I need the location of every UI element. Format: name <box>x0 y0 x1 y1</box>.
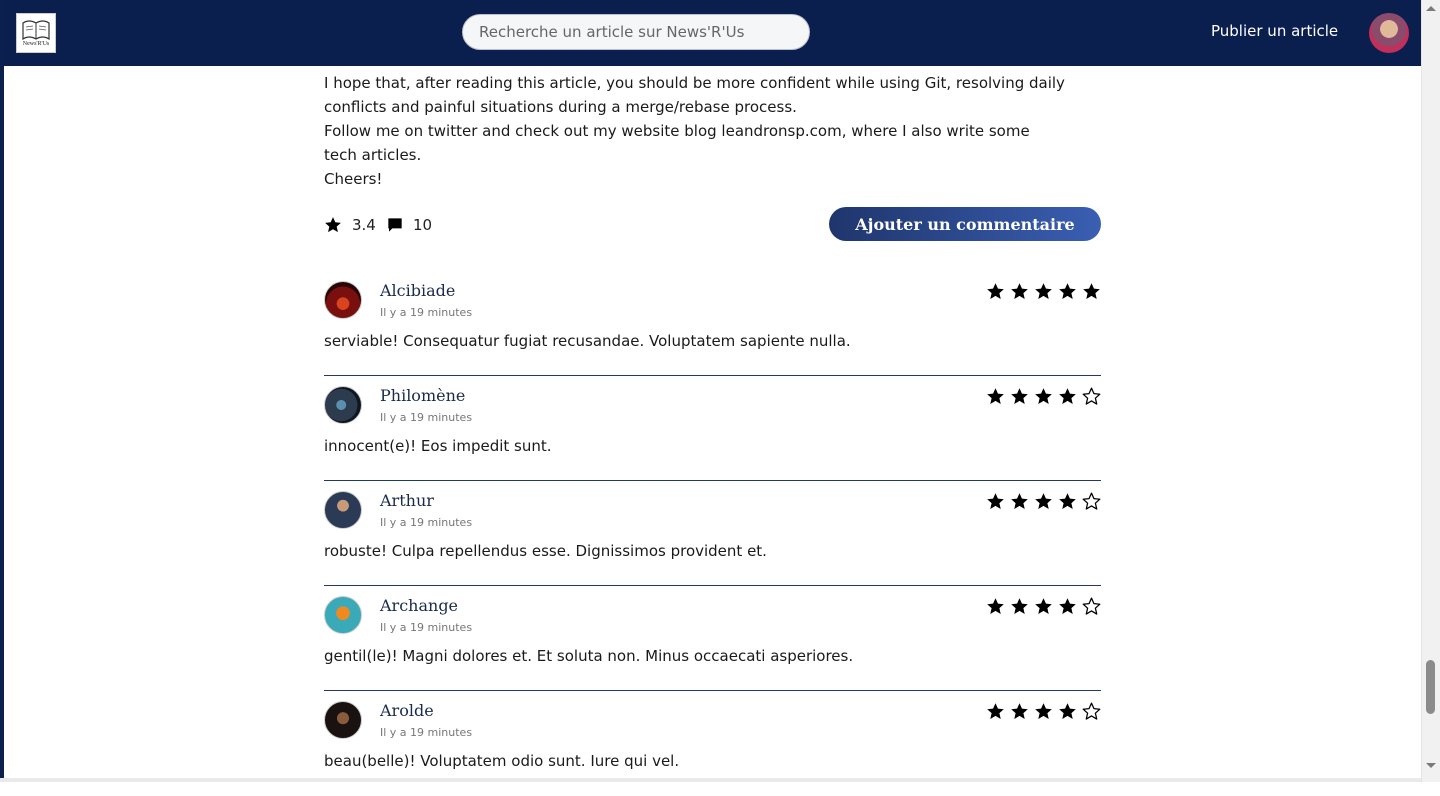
comment-author[interactable]: Alcibiade <box>380 281 455 300</box>
comment-rating <box>986 492 1101 511</box>
star-filled-icon <box>1011 493 1028 510</box>
comment-author[interactable]: Arolde <box>380 701 434 720</box>
star-empty-icon <box>1082 702 1101 720</box>
rating-value: 3.4 <box>352 216 376 234</box>
comment-time: Il y a 19 minutes <box>380 411 473 424</box>
scroll-down-arrow-icon[interactable] <box>1426 763 1436 768</box>
add-comment-button[interactable]: Ajouter un commentaire <box>829 207 1101 241</box>
star-filled-icon <box>1011 703 1028 720</box>
scrollbar-thumb[interactable] <box>1426 660 1435 714</box>
scroll-up-arrow-icon[interactable] <box>1426 6 1436 11</box>
comment-list: Alcibiade Il y a 19 minutes serviable! C… <box>324 271 1101 796</box>
article-stats: 3.4 10 Ajouter un commentaire <box>324 207 1101 243</box>
star-filled-icon <box>1035 493 1052 510</box>
comment-author[interactable]: Archange <box>380 596 458 615</box>
avatar[interactable] <box>324 491 362 529</box>
article-paragraph: conflicts and painful situations during … <box>324 98 797 116</box>
star-filled-icon <box>1011 598 1028 615</box>
avatar[interactable] <box>324 281 362 319</box>
comment-rating <box>986 387 1101 406</box>
star-filled-icon <box>987 703 1004 720</box>
comment-text: gentil(le)! Magni dolores et. Et soluta … <box>324 647 854 665</box>
star-filled-icon <box>1083 283 1100 300</box>
star-filled-icon <box>1059 283 1076 300</box>
article-body: I hope that, after reading this article,… <box>324 66 1101 191</box>
site-logo[interactable]: News'R'Us <box>16 13 56 53</box>
comment-item: Alcibiade Il y a 19 minutes serviable! C… <box>324 271 1101 376</box>
vertical-scrollbar[interactable] <box>1421 0 1440 782</box>
article-paragraph: Cheers! <box>324 170 383 188</box>
newspaper-logo-icon <box>22 19 50 40</box>
rating-stat: 3.4 <box>324 216 376 234</box>
star-empty-icon <box>1082 387 1101 405</box>
comment-time: Il y a 19 minutes <box>380 516 473 529</box>
star-filled-icon <box>1035 388 1052 405</box>
article-paragraph: Follow me on twitter and check out my we… <box>324 122 1030 140</box>
star-filled-icon <box>1035 703 1052 720</box>
star-filled-icon <box>1059 598 1076 615</box>
comment-text: serviable! Consequatur fugiat recusandae… <box>324 332 851 350</box>
star-filled-icon <box>1059 388 1076 405</box>
comment-time: Il y a 19 minutes <box>380 621 473 634</box>
comment-item: Philomène Il y a 19 minutes innocent(e)!… <box>324 376 1101 481</box>
comment-text: robuste! Culpa repellendus esse. Digniss… <box>324 542 767 560</box>
comment-author[interactable]: Philomène <box>380 386 465 405</box>
star-filled-icon <box>1011 388 1028 405</box>
top-navbar: News'R'Us Publier un article <box>4 0 1421 66</box>
star-filled-icon <box>987 598 1004 615</box>
star-filled-icon <box>1011 283 1028 300</box>
comment-text: beau(belle)! Voluptatem odio sunt. Iure … <box>324 752 680 770</box>
search-input[interactable] <box>462 14 810 50</box>
window-edge <box>0 0 4 782</box>
article-paragraph: I hope that, after reading this article,… <box>324 74 1065 92</box>
star-filled-icon <box>1059 493 1076 510</box>
comment-bubble-icon <box>388 218 402 232</box>
star-filled-icon <box>1035 283 1052 300</box>
star-empty-icon <box>1082 492 1101 510</box>
comment-time: Il y a 19 minutes <box>380 306 473 319</box>
comment-item: Arthur Il y a 19 minutes robuste! Culpa … <box>324 481 1101 586</box>
star-empty-icon <box>1082 597 1101 615</box>
star-filled-icon <box>987 283 1004 300</box>
logo-text: News'R'Us <box>22 40 50 47</box>
star-filled-icon <box>987 388 1004 405</box>
comment-author[interactable]: Arthur <box>380 491 434 510</box>
avatar[interactable] <box>324 596 362 634</box>
comment-rating <box>986 702 1101 721</box>
comment-text: innocent(e)! Eos impedit sunt. <box>324 437 552 455</box>
star-icon <box>325 217 341 233</box>
publish-article-link[interactable]: Publier un article <box>1211 22 1338 40</box>
article-paragraph: tech articles. <box>324 146 422 164</box>
comment-rating <box>986 597 1101 616</box>
comment-count-stat: 10 <box>387 216 432 234</box>
star-filled-icon <box>1059 703 1076 720</box>
article-content: I hope that, after reading this article,… <box>324 66 1101 770</box>
comment-rating <box>986 282 1101 301</box>
star-filled-icon <box>987 493 1004 510</box>
user-avatar[interactable] <box>1369 13 1409 53</box>
window-bottom-edge <box>0 778 1421 782</box>
comment-time: Il y a 19 minutes <box>380 726 473 739</box>
avatar[interactable] <box>324 701 362 739</box>
comment-count: 10 <box>413 216 433 234</box>
star-filled-icon <box>1035 598 1052 615</box>
avatar[interactable] <box>324 386 362 424</box>
comment-item: Archange Il y a 19 minutes gentil(le)! M… <box>324 586 1101 691</box>
